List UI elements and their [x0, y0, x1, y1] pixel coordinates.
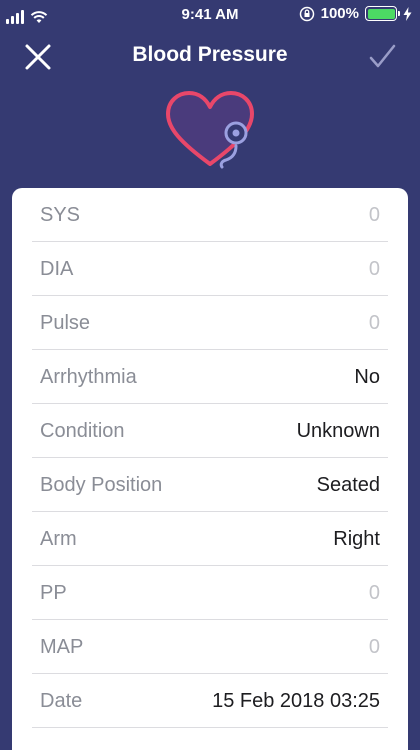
field-value[interactable]: Right: [333, 528, 380, 551]
heart-stethoscope-icon: [166, 91, 254, 169]
field-value[interactable]: Unknown: [297, 420, 380, 443]
measurement-card: SYS 0 DIA 0 Pulse 0 Arrhythmia No Condit…: [12, 188, 408, 750]
field-row-condition[interactable]: Condition Unknown: [32, 404, 388, 458]
field-label: Body Position: [40, 474, 163, 496]
nav-bar: Blood Pressure: [0, 30, 420, 82]
field-row-arrhythmia[interactable]: Arrhythmia No: [32, 350, 388, 404]
field-row-pulse[interactable]: Pulse 0: [32, 296, 388, 350]
field-row-arm[interactable]: Arm Right: [32, 512, 388, 566]
field-value[interactable]: No: [354, 366, 380, 389]
field-label: Condition: [40, 420, 125, 442]
field-label: Pulse: [40, 312, 91, 334]
field-label: PP: [40, 582, 67, 604]
field-row-dia[interactable]: DIA 0: [32, 242, 388, 296]
status-right: 100%: [299, 5, 412, 22]
checkmark-icon: [369, 44, 396, 68]
field-row-body-position[interactable]: Body Position Seated: [32, 458, 388, 512]
charging-bolt-icon: [403, 6, 412, 21]
field-value[interactable]: 0: [369, 258, 380, 281]
field-row-sys[interactable]: SYS 0: [32, 188, 388, 242]
field-value[interactable]: Seated: [317, 474, 380, 497]
field-label: DIA: [40, 258, 74, 280]
field-row-pp[interactable]: PP 0: [32, 566, 388, 620]
orientation-lock-icon: [299, 6, 314, 21]
field-value[interactable]: 0: [369, 204, 380, 227]
page-title: Blood Pressure: [132, 43, 288, 66]
done-button[interactable]: [366, 41, 398, 73]
field-value[interactable]: 15 Feb 2018 03:25: [212, 690, 380, 713]
field-label: Arm: [40, 528, 77, 550]
battery-level-fill: [367, 8, 395, 19]
field-row-date[interactable]: Date 15 Feb 2018 03:25: [32, 674, 388, 728]
field-label: Arrhythmia: [40, 366, 137, 388]
field-row-map[interactable]: MAP 0: [32, 620, 388, 674]
battery-tip: [398, 11, 400, 16]
status-bar: 9:41 AM 100%: [0, 0, 420, 30]
field-label: Date: [40, 690, 83, 712]
field-value[interactable]: 0: [369, 636, 380, 659]
battery-percent: 100%: [320, 5, 359, 22]
field-label: SYS: [40, 204, 81, 226]
field-value[interactable]: 0: [369, 582, 380, 605]
field-label: MAP: [40, 636, 84, 658]
field-value[interactable]: 0: [369, 312, 380, 335]
battery-icon: [365, 6, 400, 21]
blood-pressure-screen: 9:41 AM 100% Blood Pressure SYS 0 DIA 0 …: [0, 0, 420, 750]
